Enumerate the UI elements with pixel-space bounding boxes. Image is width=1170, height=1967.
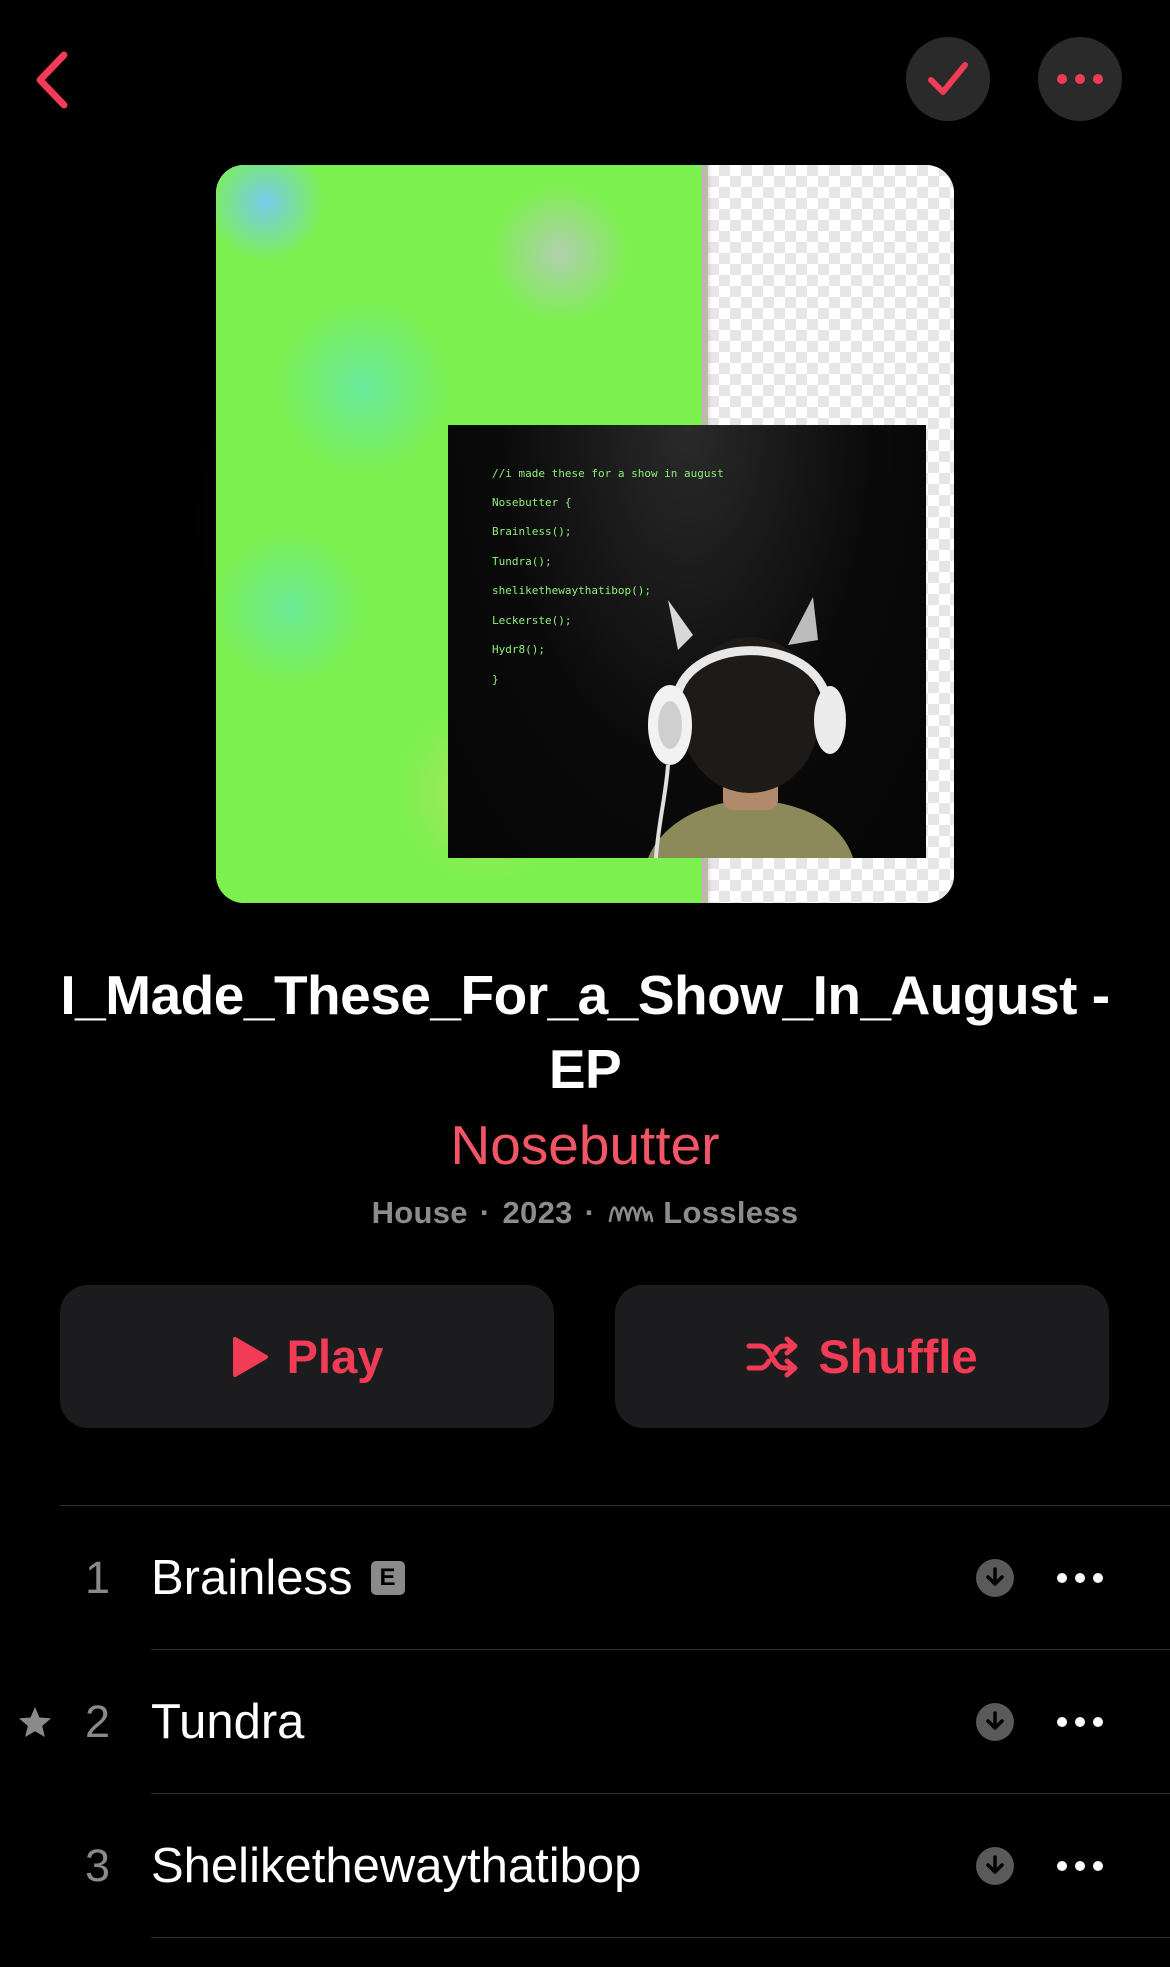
shuffle-button[interactable]: Shuffle (615, 1285, 1109, 1428)
artwork-code-line: Brainless(); (492, 525, 572, 538)
ellipsis-icon (1057, 1861, 1103, 1871)
track-row[interactable]: 3 Shelikethewaythatibop (0, 1794, 1170, 1938)
ellipsis-icon (1057, 74, 1103, 84)
quality-label: Lossless (663, 1195, 799, 1230)
track-more-button[interactable] (1052, 1846, 1108, 1886)
checkmark-icon (928, 62, 968, 95)
track-title: Shelikethewaythatibop (151, 1838, 641, 1894)
shuffle-icon (746, 1336, 800, 1378)
track-number: 1 (84, 1552, 111, 1603)
track-more-button[interactable] (1052, 1558, 1108, 1598)
downloaded-icon (976, 1559, 1014, 1597)
ellipsis-icon (1057, 1717, 1103, 1727)
added-to-library-button[interactable] (906, 37, 990, 121)
play-button[interactable]: Play (60, 1285, 554, 1428)
chevron-left-icon (36, 51, 68, 109)
artwork-code-line: //i made these for a show in august (492, 467, 724, 480)
ellipsis-icon (1057, 1573, 1103, 1583)
artwork-code-line: Nosebutter { (492, 496, 572, 509)
track-title: Brainless E (151, 1550, 405, 1606)
artwork-code-line: Hydr8(); (492, 643, 545, 656)
track-row[interactable]: 1 Brainless E (0, 1506, 1170, 1650)
shuffle-label: Shuffle (818, 1330, 978, 1383)
track-number: 3 (84, 1840, 111, 1891)
downloaded-icon (976, 1847, 1014, 1885)
album-artwork: //i made these for a show in august Nose… (216, 165, 954, 903)
track-title-text: Brainless (151, 1551, 353, 1605)
explicit-badge: E (370, 1561, 405, 1595)
favorite-star-icon (18, 1706, 52, 1738)
headphones-listener-figure (648, 597, 853, 858)
artwork-photo: //i made these for a show in august Nose… (448, 425, 926, 858)
downloaded-icon (976, 1703, 1014, 1741)
track-more-button[interactable] (1052, 1702, 1108, 1742)
genre-label: House (371, 1195, 468, 1230)
track-title-text: Tundra (151, 1695, 305, 1749)
meta-separator: · (479, 1195, 491, 1230)
album-metadata: House · 2023 · Lossless (0, 1195, 1170, 1231)
artwork-code-line: Tundra(); (492, 555, 552, 568)
track-title-text: Shelikethewaythatibop (151, 1839, 642, 1893)
track-separator (151, 1937, 1170, 1938)
lossless-icon (607, 1199, 655, 1227)
play-label: Play (286, 1330, 384, 1383)
year-label: 2023 (502, 1195, 573, 1230)
more-options-button[interactable] (1038, 37, 1122, 121)
play-icon (231, 1336, 269, 1378)
track-title: Tundra (151, 1694, 304, 1750)
artist-link[interactable]: Nosebutter (0, 1110, 1170, 1180)
meta-separator: · (584, 1195, 596, 1230)
artwork-code-line: Leckerste(); (492, 614, 572, 627)
album-title: I_Made_These_For_a_Show_In_August - EP (60, 964, 1110, 1100)
back-button[interactable] (22, 48, 82, 112)
artwork-code-line: } (492, 673, 499, 686)
track-number: 2 (84, 1696, 111, 1747)
track-row[interactable]: 2 Tundra (0, 1650, 1170, 1794)
artwork-code-line: shelikethewaythatibop(); (492, 584, 651, 597)
